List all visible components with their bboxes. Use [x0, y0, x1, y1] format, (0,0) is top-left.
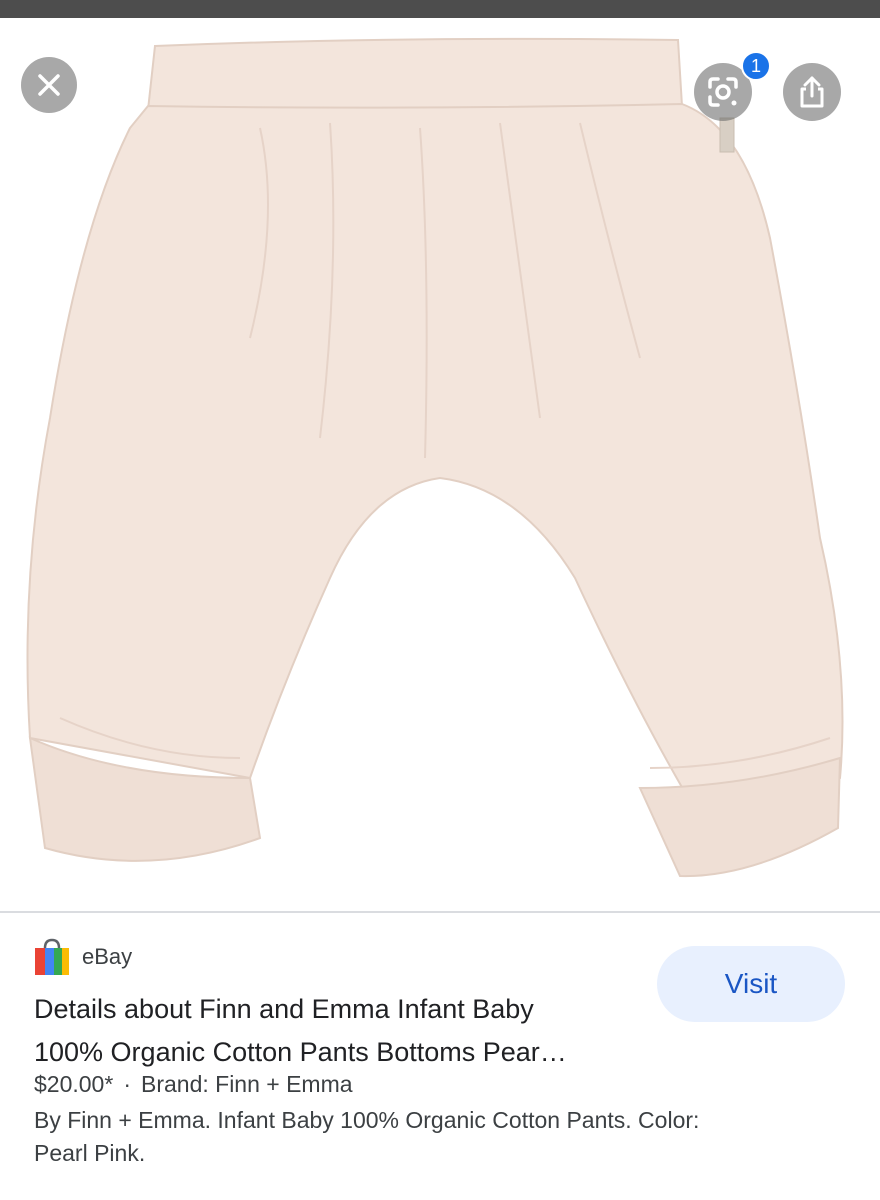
result-title[interactable]: Details about Finn and Emma Infant Baby … — [34, 988, 644, 1074]
google-lens-icon — [708, 77, 738, 107]
result-description: By Finn + Emma. Infant Baby 100% Organic… — [34, 1104, 834, 1170]
lens-badge: 1 — [741, 51, 771, 81]
close-button[interactable] — [21, 57, 77, 113]
title-line-1[interactable]: Details about Finn and Emma Infant Baby — [34, 988, 644, 1031]
shopping-bag-icon — [35, 938, 69, 975]
source-row: eBay — [34, 938, 132, 976]
price: $20.00* — [34, 1071, 114, 1097]
share-icon — [800, 76, 824, 108]
description-line-2: Pearl Pink. — [34, 1140, 146, 1166]
image-viewer-page: 1 eBay Visit Details about Finn and Emma… — [0, 0, 880, 1200]
title-line-2[interactable]: 100% Organic Cotton Pants Bottoms Pear… — [34, 1031, 644, 1074]
divider — [0, 911, 880, 913]
source-name: eBay — [82, 944, 133, 969]
product-image[interactable]: 1 — [0, 18, 880, 911]
visit-button[interactable]: Visit — [657, 946, 845, 1022]
baby-pants-image — [26, 37, 844, 878]
brand: Brand: Finn + Emma — [140, 1071, 353, 1097]
meta-separator: · — [123, 1071, 131, 1097]
description-line-1: By Finn + Emma. Infant Baby 100% Organic… — [34, 1107, 700, 1133]
share-button[interactable] — [783, 63, 841, 121]
close-icon — [38, 74, 60, 96]
status-bar — [0, 0, 880, 18]
meta-row: $20.00* · Brand: Finn + Emma — [34, 1071, 353, 1098]
